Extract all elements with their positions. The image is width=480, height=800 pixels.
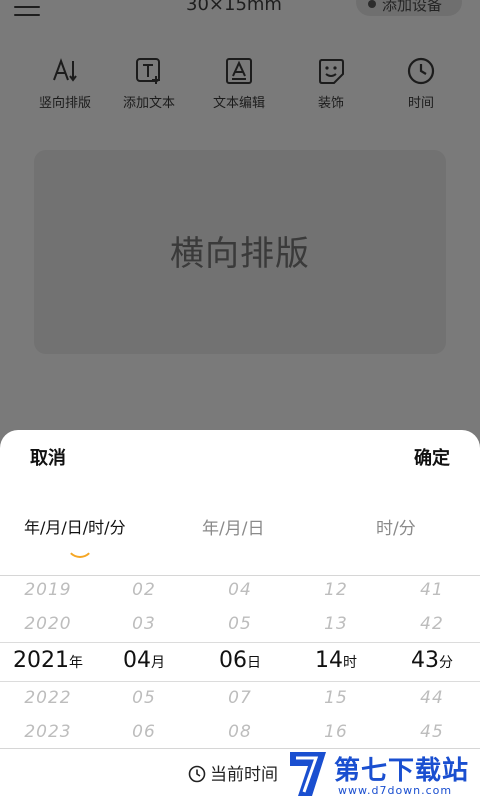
add-text-icon — [136, 58, 160, 84]
tool-label: 时间 — [407, 96, 434, 111]
wheel-item[interactable]: 2020 — [0, 614, 96, 634]
watermark-logo-icon — [290, 752, 326, 796]
clock-icon — [188, 765, 206, 783]
wheel-item-selected[interactable]: 04月 — [96, 648, 192, 673]
selected-value: 04 — [123, 648, 151, 673]
add-device-label: 添加设备 — [382, 0, 443, 14]
tool-time[interactable]: 时间 — [376, 56, 466, 111]
datetime-wheel-picker[interactable]: 2019 2020 2021年 2022 2023 02 03 04月 05 0… — [0, 575, 480, 749]
current-time-label: 当前时间 — [210, 765, 278, 785]
tool-label: 添加文本 — [122, 96, 175, 111]
clock-icon — [407, 57, 435, 85]
wheel-item-selected[interactable]: 06日 — [192, 648, 288, 673]
top-bar: 30×15mm ˅ 添加设备 — [0, 0, 480, 30]
year-wheel[interactable]: 2019 2020 2021年 2022 2023 — [0, 576, 96, 748]
wheel-item[interactable]: 03 — [96, 614, 192, 634]
wheel-item[interactable]: 05 — [192, 614, 288, 634]
editor-toolbar: 竖向排版 添加文本 文本编辑 装饰 时间 — [0, 56, 480, 120]
tool-label: 装饰 — [317, 96, 344, 111]
vertical-text-icon — [53, 58, 77, 82]
selected-value: 14 — [315, 648, 343, 673]
add-device-button[interactable]: 添加设备 — [356, 0, 462, 16]
status-dot-icon — [368, 0, 376, 8]
wheel-item[interactable]: 08 — [192, 722, 288, 742]
wheel-item[interactable]: 42 — [384, 614, 480, 634]
selected-value: 43 — [411, 648, 439, 673]
day-wheel[interactable]: 04 05 06日 07 08 — [192, 576, 288, 748]
unit-label: 时 — [343, 655, 357, 671]
text-edit-icon — [226, 58, 252, 84]
wheel-item[interactable]: 2019 — [0, 580, 96, 600]
time-picker-sheet: 取消 确定 年/月/日/时/分 年/月/日 时/分 2019 2020 2021… — [0, 430, 480, 800]
label-size-selector[interactable]: 30×15mm — [186, 0, 282, 15]
wheel-item[interactable]: 04 — [192, 580, 288, 600]
sticker-icon — [319, 59, 344, 84]
unit-label: 分 — [439, 655, 453, 671]
tab-time[interactable]: 时/分 — [376, 514, 416, 539]
wheel-item-selected[interactable]: 14时 — [288, 648, 384, 673]
canvas-text[interactable]: 横向排版 — [34, 226, 446, 275]
tool-vertical-layout[interactable]: 竖向排版 — [20, 56, 110, 111]
wheel-item[interactable]: 16 — [288, 722, 384, 742]
menu-icon[interactable] — [14, 0, 40, 18]
tool-label: 竖向排版 — [38, 96, 91, 111]
active-tab-indicator — [66, 544, 94, 558]
wheel-item[interactable]: 05 — [96, 688, 192, 708]
unit-label: 月 — [151, 655, 165, 671]
site-watermark: 第七下载站 www.d7down.com — [286, 748, 480, 800]
watermark-name: 第七下载站 — [334, 756, 470, 786]
tool-add-text[interactable]: 添加文本 — [104, 56, 194, 111]
current-time-button[interactable]: 当前时间 — [188, 760, 278, 785]
wheel-item[interactable]: 13 — [288, 614, 384, 634]
wheel-item[interactable]: 06 — [96, 722, 192, 742]
unit-label: 日 — [247, 655, 261, 671]
wheel-item[interactable]: 45 — [384, 722, 480, 742]
unit-label: 年 — [69, 655, 83, 671]
wheel-item[interactable]: 07 — [192, 688, 288, 708]
tab-date[interactable]: 年/月/日 — [202, 514, 264, 539]
wheel-item[interactable]: 15 — [288, 688, 384, 708]
wheel-item[interactable]: 44 — [384, 688, 480, 708]
wheel-item-selected[interactable]: 43分 — [384, 648, 480, 673]
wheel-item[interactable]: 12 — [288, 580, 384, 600]
tool-text-edit[interactable]: 文本编辑 — [194, 56, 284, 111]
wheel-item[interactable]: 2023 — [0, 722, 96, 742]
wheel-item[interactable]: 02 — [96, 580, 192, 600]
cancel-button[interactable]: 取消 — [30, 444, 66, 470]
wheel-item-selected[interactable]: 2021年 — [0, 648, 96, 673]
wheel-item[interactable]: 2022 — [0, 688, 96, 708]
tab-full-datetime[interactable]: 年/月/日/时/分 — [24, 514, 126, 538]
watermark-url: www.d7down.com — [338, 784, 453, 797]
label-canvas[interactable]: 横向排版 — [34, 150, 446, 354]
wheel-item[interactable]: 41 — [384, 580, 480, 600]
selected-value: 2021 — [13, 648, 69, 673]
tool-label: 文本编辑 — [212, 96, 265, 111]
selected-value: 06 — [219, 648, 247, 673]
tool-decoration[interactable]: 装饰 — [286, 56, 376, 111]
month-wheel[interactable]: 02 03 04月 05 06 — [96, 576, 192, 748]
hour-wheel[interactable]: 12 13 14时 15 16 — [288, 576, 384, 748]
confirm-button[interactable]: 确定 — [414, 444, 450, 470]
chevron-down-icon[interactable]: ˅ — [282, 0, 289, 8]
minute-wheel[interactable]: 41 42 43分 44 45 — [384, 576, 480, 748]
